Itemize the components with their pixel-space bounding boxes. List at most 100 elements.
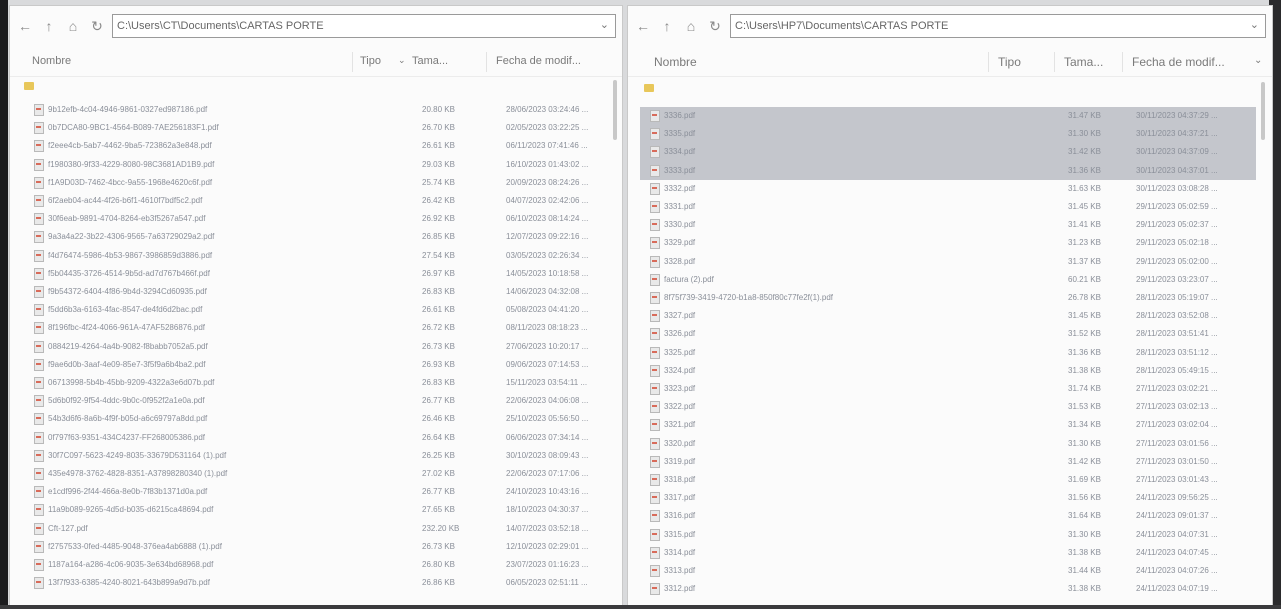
file-row[interactable]: 3334.pdf 31.42 KB 30/11/2023 04:37:09 ... (640, 143, 1256, 162)
file-row[interactable]: f2757533-0fed-4485-9048-376ea4ab6888 (1)… (20, 538, 610, 556)
file-row[interactable]: f4d76474-5986-4b53-9867-3986859d3886.pdf… (20, 247, 610, 265)
right-address-bar[interactable]: C:\Users\HP7\Documents\CARTAS PORTE ⌄ (730, 14, 1266, 38)
file-row[interactable]: 3331.pdf 31.45 KB 29/11/2023 05:02:59 ... (640, 198, 1256, 216)
column-date-header[interactable]: Fecha de modif... (1132, 55, 1225, 69)
file-row[interactable]: 3322.pdf 31.53 KB 27/11/2023 03:02:13 ... (640, 398, 1256, 416)
file-row[interactable]: 3332.pdf 31.63 KB 30/11/2023 03:08:28 ... (640, 180, 1256, 198)
file-row[interactable]: factura (2).pdf 60.21 KB 29/11/2023 03:23:… (640, 271, 1256, 289)
file-row[interactable]: 30f6eab-9891-4704-8264-eb3f5267a547.pdf 2… (20, 210, 610, 228)
file-row[interactable]: 1187a164-a286-4c06-9035-3e634bd68968.pdf… (20, 556, 610, 574)
column-separator[interactable] (988, 52, 989, 72)
home-icon[interactable]: ⌂ (682, 17, 700, 35)
file-row[interactable]: f5b04435-3726-4514-9b5d-ad7d767b466f.pdf… (20, 265, 610, 283)
file-row[interactable]: 8f75f739-3419-4720-b1a8-850f80c77fe2f(1)… (640, 289, 1256, 307)
file-row[interactable]: 3326.pdf 31.52 KB 28/11/2023 03:51:41 ... (640, 325, 1256, 343)
file-row[interactable]: Cft-127.pdf 232.20 KB 14/07/2023 03:52:18 … (20, 520, 610, 538)
up-arrow-icon[interactable]: ↑ (40, 17, 58, 35)
file-row[interactable]: f1A9D03D-7462-4bcc-9a55-1968e4620c6f.pdf… (20, 174, 610, 192)
file-row[interactable]: 3317.pdf 31.56 KB 24/11/2023 09:56:25 ... (640, 489, 1256, 507)
file-row[interactable]: 9a3a4a22-3b22-4306-9565-7a63729029a2.pdf… (20, 228, 610, 246)
file-row[interactable]: 3330.pdf 31.41 KB 29/11/2023 05:02:37 ... (640, 216, 1256, 234)
file-row[interactable]: f5dd6b3a-6163-4fac-8547-de4fd6d2bac.pdf 2… (20, 301, 610, 319)
refresh-icon[interactable]: ↻ (88, 17, 106, 35)
file-row[interactable]: 3312.pdf 31.38 KB 24/11/2023 04:07:19 ... (640, 580, 1256, 598)
column-separator[interactable] (352, 52, 353, 72)
file-row[interactable]: 13f7f933-6385-4240-8021-643b899a9d7b.pdf… (20, 574, 610, 592)
file-name: 5d6b0f92-9f54-4ddc-9b0c-0f952f2a1e0a.pdf (48, 396, 205, 406)
file-row[interactable]: 54b3d6f6-8a6b-4f9f-b05d-a6c69797a8dd.pdf… (20, 410, 610, 428)
file-row[interactable]: 3333.pdf 31.36 KB 30/11/2023 04:37:01 ... (640, 161, 1256, 180)
file-row[interactable]: 3313.pdf 31.44 KB 24/11/2023 04:07:26 ... (640, 562, 1256, 580)
file-name: 06713998-5b4b-45bb-9209-4322a3e6d07b.pdf (48, 378, 215, 387)
column-name-header[interactable]: Nombre (654, 55, 697, 69)
file-row[interactable]: 3327.pdf 31.45 KB 28/11/2023 03:52:08 ... (640, 307, 1256, 325)
file-row[interactable]: 3328.pdf 31.37 KB 29/11/2023 05:02:00 ... (640, 253, 1256, 271)
file-size: 26.73 KB (422, 541, 455, 551)
column-type-header[interactable]: Tipo (360, 55, 381, 67)
parent-folder-icon[interactable] (644, 84, 654, 92)
file-row[interactable]: 3325.pdf 31.36 KB 28/11/2023 03:51:12 ... (640, 344, 1256, 362)
column-separator[interactable] (486, 52, 487, 72)
file-row[interactable]: 9b12efb-4c04-4946-9861-0327ed987186.pdf 2… (20, 101, 610, 119)
right-scrollbar-thumb[interactable] (1261, 82, 1265, 140)
refresh-icon[interactable]: ↻ (706, 17, 724, 35)
file-row[interactable]: 8f196fbc-4f24-4066-961A-47AF5286876.pdf 2… (20, 319, 610, 337)
file-size: 232.20 KB (422, 523, 460, 533)
file-name: f2757533-0fed-4485-9048-376ea4ab6888 (1)… (48, 541, 222, 551)
pdf-file-icon (650, 219, 660, 232)
file-row[interactable]: e1cdf996-2f44-466a-8e0b-7f83b1371d0a.pdf… (20, 483, 610, 501)
file-row[interactable]: 30f7C097-5623-4249-8035-33679D531164 (1)… (20, 447, 610, 465)
file-name: 3320.pdf (664, 438, 696, 448)
column-size-header[interactable]: Tama... (1064, 55, 1103, 69)
file-row[interactable]: 3319.pdf 31.42 KB 27/11/2023 03:01:50 ... (640, 453, 1256, 471)
file-row[interactable]: 3316.pdf 31.64 KB 24/11/2023 09:01:37 ... (640, 507, 1256, 525)
file-row[interactable]: 3335.pdf 31.30 KB 30/11/2023 04:37:21 ... (640, 125, 1256, 144)
column-separator[interactable] (1054, 52, 1055, 72)
left-address-bar[interactable]: C:\Users\CT\Documents\CARTAS PORTE ⌄ (112, 14, 616, 38)
file-row[interactable]: 3320.pdf 31.30 KB 27/11/2023 03:01:56 ... (640, 435, 1256, 453)
file-row[interactable]: 0f797f63-9351-434C4237-FF268005386.pdf 26… (20, 429, 610, 447)
file-row[interactable]: f1980380-9f33-4229-8080-98C3681AD1B9.pdf… (20, 156, 610, 174)
file-row[interactable]: f2eee4cb-5ab7-4462-9ba5-723862a3e848.pdf… (20, 137, 610, 155)
file-date: 06/06/2023 07:34:14 ... (506, 432, 589, 442)
file-row[interactable]: 3315.pdf 31.30 KB 24/11/2023 04:07:31 ... (640, 526, 1256, 544)
home-icon[interactable]: ⌂ (64, 17, 82, 35)
column-size-header[interactable]: Tama... (412, 55, 448, 67)
back-arrow-icon[interactable]: ← (16, 17, 34, 35)
file-date: 28/11/2023 03:52:08 ... (1136, 311, 1218, 321)
file-size: 31.42 KB (1068, 147, 1101, 157)
file-row[interactable]: 5d6b0f92-9f54-4ddc-9b0c-0f952f2a1e0a.pdf… (20, 392, 610, 410)
chevron-down-icon[interactable]: ⌄ (600, 18, 609, 31)
file-size: 26.83 KB (422, 287, 455, 296)
pdf-file-icon (34, 104, 44, 116)
file-row[interactable]: 3329.pdf 31.23 KB 29/11/2023 05:02:18 ... (640, 234, 1256, 252)
file-row[interactable]: 11a9b089-9265-4d5d-b035-d6215ca48694.pdf… (20, 501, 610, 519)
parent-folder-icon[interactable] (24, 82, 34, 90)
column-date-header[interactable]: Fecha de modif... (496, 55, 581, 67)
back-arrow-icon[interactable]: ← (634, 17, 652, 35)
left-scrollbar-thumb[interactable] (613, 80, 617, 140)
file-row[interactable]: 435e4978-3762-4828-8351-A37898280340 (1)… (20, 465, 610, 483)
file-row[interactable]: 3318.pdf 31.69 KB 27/11/2023 03:01:43 ... (640, 471, 1256, 489)
file-row[interactable]: 06713998-5b4b-45bb-9209-4322a3e6d07b.pdf… (20, 374, 610, 392)
file-size: 31.38 KB (1068, 584, 1101, 594)
file-date: 30/11/2023 04:37:29 ... (1136, 111, 1218, 120)
file-row[interactable]: f9ae6d0b-3aaf-4e09-85e7-3f5f9a6b4ba2.pdf… (20, 356, 610, 374)
chevron-down-icon[interactable]: ⌄ (1250, 18, 1259, 31)
column-type-header[interactable]: Tipo (998, 55, 1021, 69)
file-row[interactable]: 3336.pdf 31.47 KB 30/11/2023 04:37:29 ... (640, 107, 1256, 126)
column-separator[interactable] (1122, 52, 1123, 72)
file-row[interactable]: 0b7DCA80-9BC1-4564-B089-7AE256183F1.pdf 2… (20, 119, 610, 137)
file-row[interactable]: 3324.pdf 31.38 KB 28/11/2023 05:49:15 ... (640, 362, 1256, 380)
file-date: 16/10/2023 01:43:02 ... (506, 159, 589, 169)
file-row[interactable]: 3323.pdf 31.74 KB 27/11/2023 03:02:21 ... (640, 380, 1256, 398)
file-name: f2eee4cb-5ab7-4462-9ba5-723862a3e848.pdf (48, 141, 212, 151)
file-row[interactable]: 3314.pdf 31.38 KB 24/11/2023 04:07:45 ... (640, 544, 1256, 562)
file-row[interactable]: 6f2aeb04-ac44-4f26-b6f1-4610f7bdf5c2.pdf… (20, 192, 610, 210)
column-name-header[interactable]: Nombre (32, 55, 71, 67)
file-name: 3323.pdf (664, 384, 696, 393)
file-row[interactable]: f9b54372-6404-4f86-9b4d-3294Cd60935.pdf 2… (20, 283, 610, 301)
up-arrow-icon[interactable]: ↑ (658, 17, 676, 35)
file-row[interactable]: 3321.pdf 31.34 KB 27/11/2023 03:02:04 ... (640, 416, 1256, 434)
file-row[interactable]: 0884219-4264-4a4b-9082-f8babb7052a5.pdf 2… (20, 338, 610, 356)
